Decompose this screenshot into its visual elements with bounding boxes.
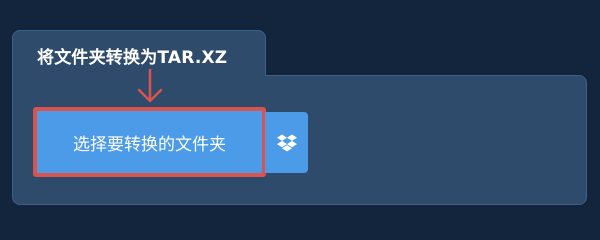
converter-panel: 将文件夹转换为TAR.XZ 选择要转换的文件夹 [0,0,600,230]
panel-title: 将文件夹转换为TAR.XZ [37,48,228,68]
dropbox-button[interactable] [265,112,308,173]
down-arrow-icon [137,68,163,103]
choose-folder-label: 选择要转换的文件夹 [73,134,226,155]
dropbox-icon [276,134,297,151]
choose-folder-button[interactable]: 选择要转换的文件夹 [37,111,262,173]
